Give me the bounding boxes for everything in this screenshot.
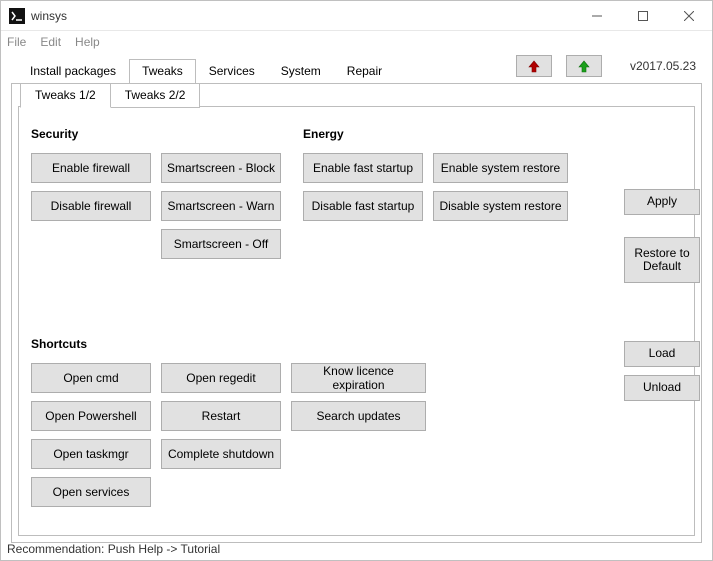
restore-default-button[interactable]: Restore to Default	[624, 237, 700, 283]
section-energy: Energy	[303, 127, 568, 141]
toolbar: Install packages Tweaks Services System …	[1, 53, 712, 83]
titlebar: winsys	[1, 1, 712, 31]
sub-tabs: Tweaks 1/2 Tweaks 2/2	[20, 83, 199, 108]
search-updates-button[interactable]: Search updates	[291, 401, 426, 431]
side-panel: Apply Restore to Default Load Unload	[624, 189, 700, 401]
statusbar: Recommendation: Push Help -> Tutorial	[7, 542, 220, 556]
menu-help[interactable]: Help	[75, 35, 100, 49]
disable-system-restore-button[interactable]: Disable system restore	[433, 191, 568, 221]
arrow-up-red-button[interactable]	[516, 55, 552, 77]
section-shortcuts: Shortcuts	[31, 337, 682, 351]
open-services-button[interactable]: Open services	[31, 477, 151, 507]
smartscreen-block-button[interactable]: Smartscreen - Block	[161, 153, 281, 183]
terminal-icon	[9, 8, 25, 24]
section-security: Security	[31, 127, 303, 141]
minimize-button[interactable]	[574, 1, 620, 31]
version-label: v2017.05.23	[630, 59, 696, 73]
tab-services[interactable]: Services	[196, 59, 268, 84]
open-cmd-button[interactable]: Open cmd	[31, 363, 151, 393]
window-title: winsys	[31, 9, 67, 23]
tab-repair[interactable]: Repair	[334, 59, 395, 84]
arrow-up-green-button[interactable]	[566, 55, 602, 77]
enable-firewall-button[interactable]: Enable firewall	[31, 153, 151, 183]
window-controls	[574, 1, 712, 31]
maximize-button[interactable]	[620, 1, 666, 31]
disable-firewall-button[interactable]: Disable firewall	[31, 191, 151, 221]
menubar: File Edit Help	[1, 31, 712, 53]
menu-file[interactable]: File	[7, 35, 26, 49]
apply-button[interactable]: Apply	[624, 189, 700, 215]
restart-button[interactable]: Restart	[161, 401, 281, 431]
open-regedit-button[interactable]: Open regedit	[161, 363, 281, 393]
open-taskmgr-button[interactable]: Open taskmgr	[31, 439, 151, 469]
tab-system[interactable]: System	[268, 59, 334, 84]
disable-fast-startup-button[interactable]: Disable fast startup	[303, 191, 423, 221]
tab-tweaks-2[interactable]: Tweaks 2/2	[110, 83, 201, 108]
tab-tweaks[interactable]: Tweaks	[129, 59, 196, 84]
close-button[interactable]	[666, 1, 712, 31]
content-area: Security Enable firewall Disable firewal…	[18, 106, 695, 536]
menu-edit[interactable]: Edit	[40, 35, 61, 49]
tweaks-panel: Tweaks 1/2 Tweaks 2/2 Security Enable fi…	[11, 83, 702, 543]
top-tabs: Install packages Tweaks Services System …	[17, 58, 395, 83]
enable-fast-startup-button[interactable]: Enable fast startup	[303, 153, 423, 183]
know-licence-expiration-button[interactable]: Know licence expiration	[291, 363, 426, 393]
unload-button[interactable]: Unload	[624, 375, 700, 401]
load-button[interactable]: Load	[624, 341, 700, 367]
enable-system-restore-button[interactable]: Enable system restore	[433, 153, 568, 183]
tab-install-packages[interactable]: Install packages	[17, 59, 129, 84]
arrow-buttons	[516, 55, 602, 77]
smartscreen-off-button[interactable]: Smartscreen - Off	[161, 229, 281, 259]
smartscreen-warn-button[interactable]: Smartscreen - Warn	[161, 191, 281, 221]
complete-shutdown-button[interactable]: Complete shutdown	[161, 439, 281, 469]
tab-tweaks-1[interactable]: Tweaks 1/2	[20, 83, 111, 108]
open-powershell-button[interactable]: Open Powershell	[31, 401, 151, 431]
